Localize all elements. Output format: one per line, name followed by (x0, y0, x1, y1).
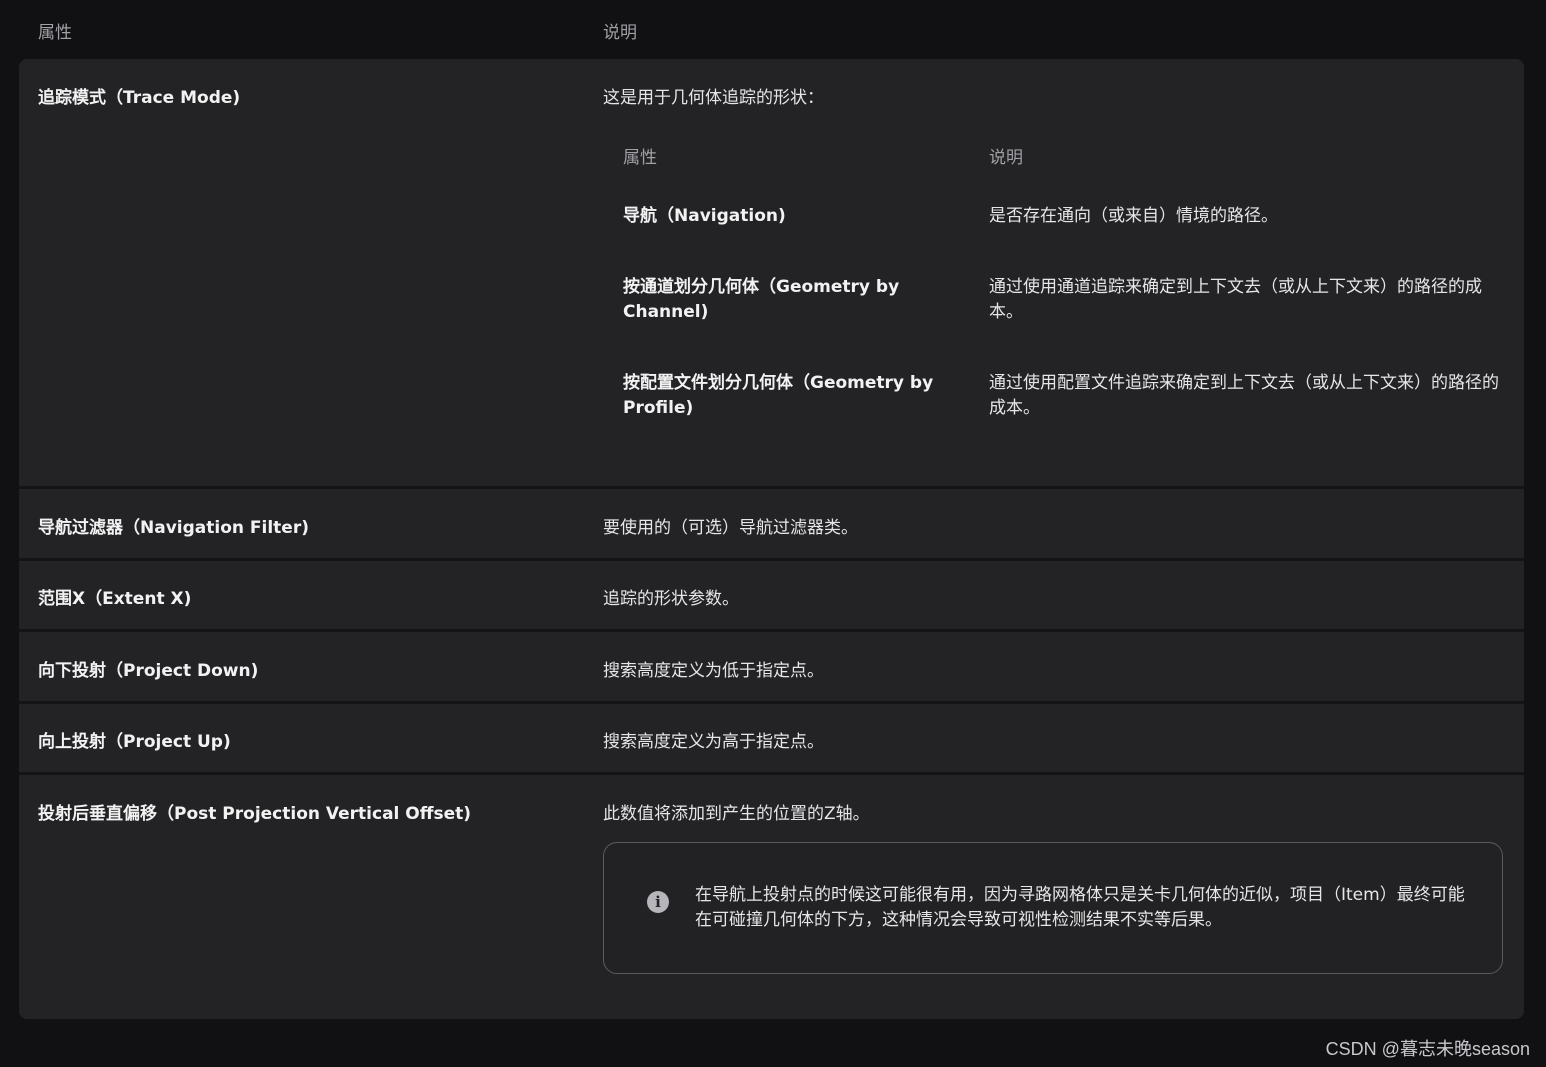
row-description: 这是用于几何体追踪的形状： (603, 88, 824, 108)
nested-row-description: 通过使用通道追踪来确定到上下文去（或从上下文来）的路径的成本。 (989, 277, 1482, 322)
row-name: 投射后垂直偏移（Post Projection Vertical Offset) (38, 804, 472, 824)
table-row-extent-x: 范围X（Extent X) 追踪的形状参数。 (19, 561, 1524, 629)
header-description: 说明 (603, 23, 637, 43)
info-icon: i (647, 891, 669, 913)
table-row-navigation-filter: 导航过滤器（Navigation Filter) 要使用的（可选）导航过滤器类。 (19, 489, 1524, 558)
row-description: 要使用的（可选）导航过滤器类。 (603, 518, 858, 538)
table-row-project-down: 向下投射（Project Down) 搜索高度定义为低于指定点。 (19, 632, 1524, 701)
nested-row-description: 是否存在通向（或来自）情境的路径。 (989, 206, 1278, 226)
nested-header-description: 说明 (989, 148, 1023, 168)
row-name: 追踪模式（Trace Mode) (38, 88, 241, 108)
note-text: 在导航上投射点的时候这可能很有用，因为寻路网格体只是关卡几何体的近似，项目（It… (695, 885, 1465, 930)
nested-header-property: 属性 (623, 148, 657, 168)
row-name: 向上投射（Project Up) (38, 732, 231, 752)
table-row-project-up: 向上投射（Project Up) 搜索高度定义为高于指定点。 (19, 704, 1524, 772)
nested-row-name: 导航（Navigation) (623, 206, 786, 226)
row-name: 导航过滤器（Navigation Filter) (38, 518, 309, 538)
nested-table: 属性 说明 导航（Navigation) 是否存在通向（或来自）情境的路径。 按… (603, 127, 1503, 447)
row-description: 追踪的形状参数。 (603, 589, 739, 609)
row-name: 范围X（Extent X) (38, 589, 192, 609)
nested-row-name: 按通道划分几何体（Geometry by Channel) (623, 277, 900, 322)
nested-row-description: 通过使用配置文件追踪来确定到上下文去（或从上下文来）的路径的成本。 (989, 373, 1499, 418)
table-row-trace-mode: 追踪模式（Trace Mode) 这是用于几何体追踪的形状： 属性 说明 导航（… (19, 59, 1524, 486)
watermark: CSDN @暮志未晚season (1325, 1039, 1530, 1059)
row-description: 搜索高度定义为低于指定点。 (603, 661, 824, 681)
nested-row-name: 按配置文件划分几何体（Geometry by Profile) (623, 373, 934, 418)
page: 属性 说明 追踪模式（Trace Mode) 这是用于几何体追踪的形状： 属性 … (0, 0, 1546, 1067)
row-description: 搜索高度定义为高于指定点。 (603, 732, 824, 752)
info-note: i 在导航上投射点的时候这可能很有用，因为寻路网格体只是关卡几何体的近似，项目（… (603, 842, 1503, 974)
row-name: 向下投射（Project Down) (38, 661, 259, 681)
properties-table: 追踪模式（Trace Mode) 这是用于几何体追踪的形状： 属性 说明 导航（… (19, 59, 1524, 1019)
table-header: 属性 说明 (19, 0, 1524, 59)
header-property: 属性 (38, 23, 72, 43)
row-description: 此数值将添加到产生的位置的Z轴。 (603, 804, 870, 824)
